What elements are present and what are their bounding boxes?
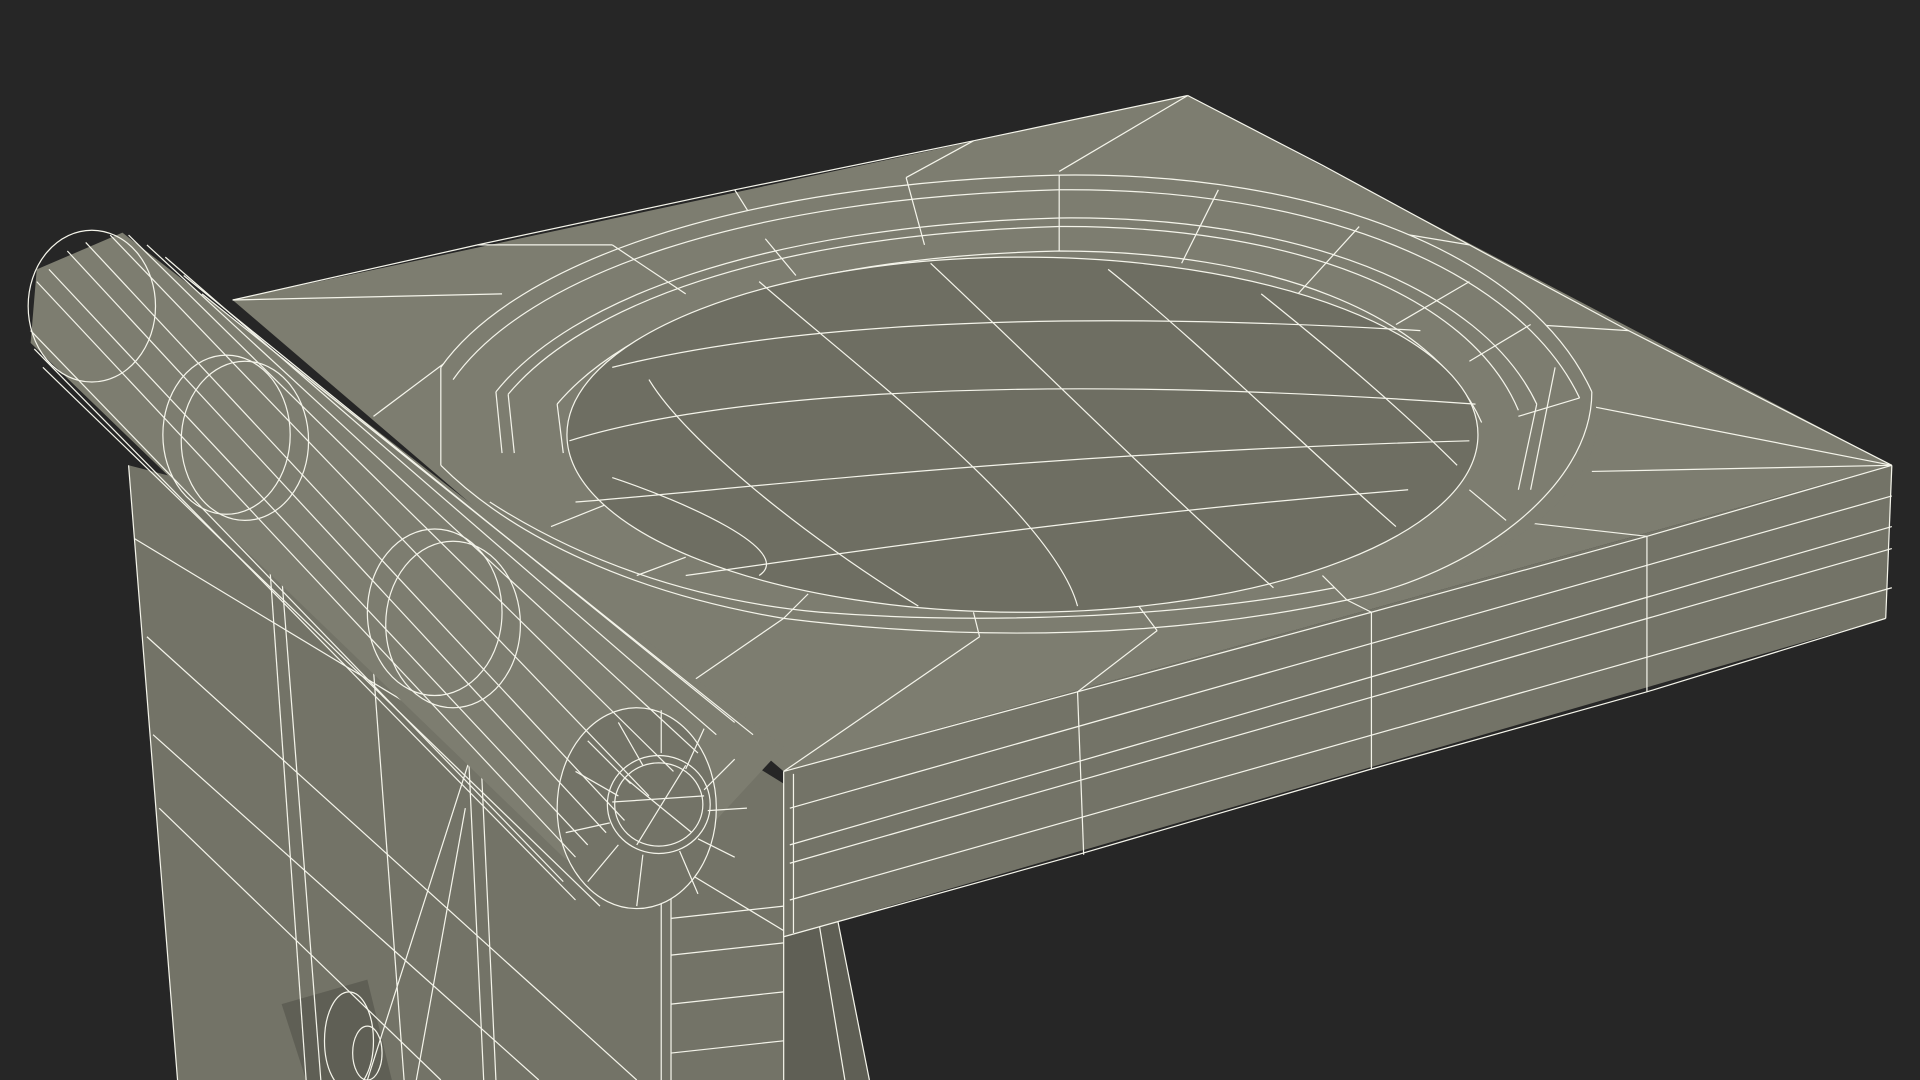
render-viewport — [0, 0, 1920, 1080]
wireframe-scene — [0, 0, 1920, 1080]
recessed-dish — [566, 256, 1479, 613]
